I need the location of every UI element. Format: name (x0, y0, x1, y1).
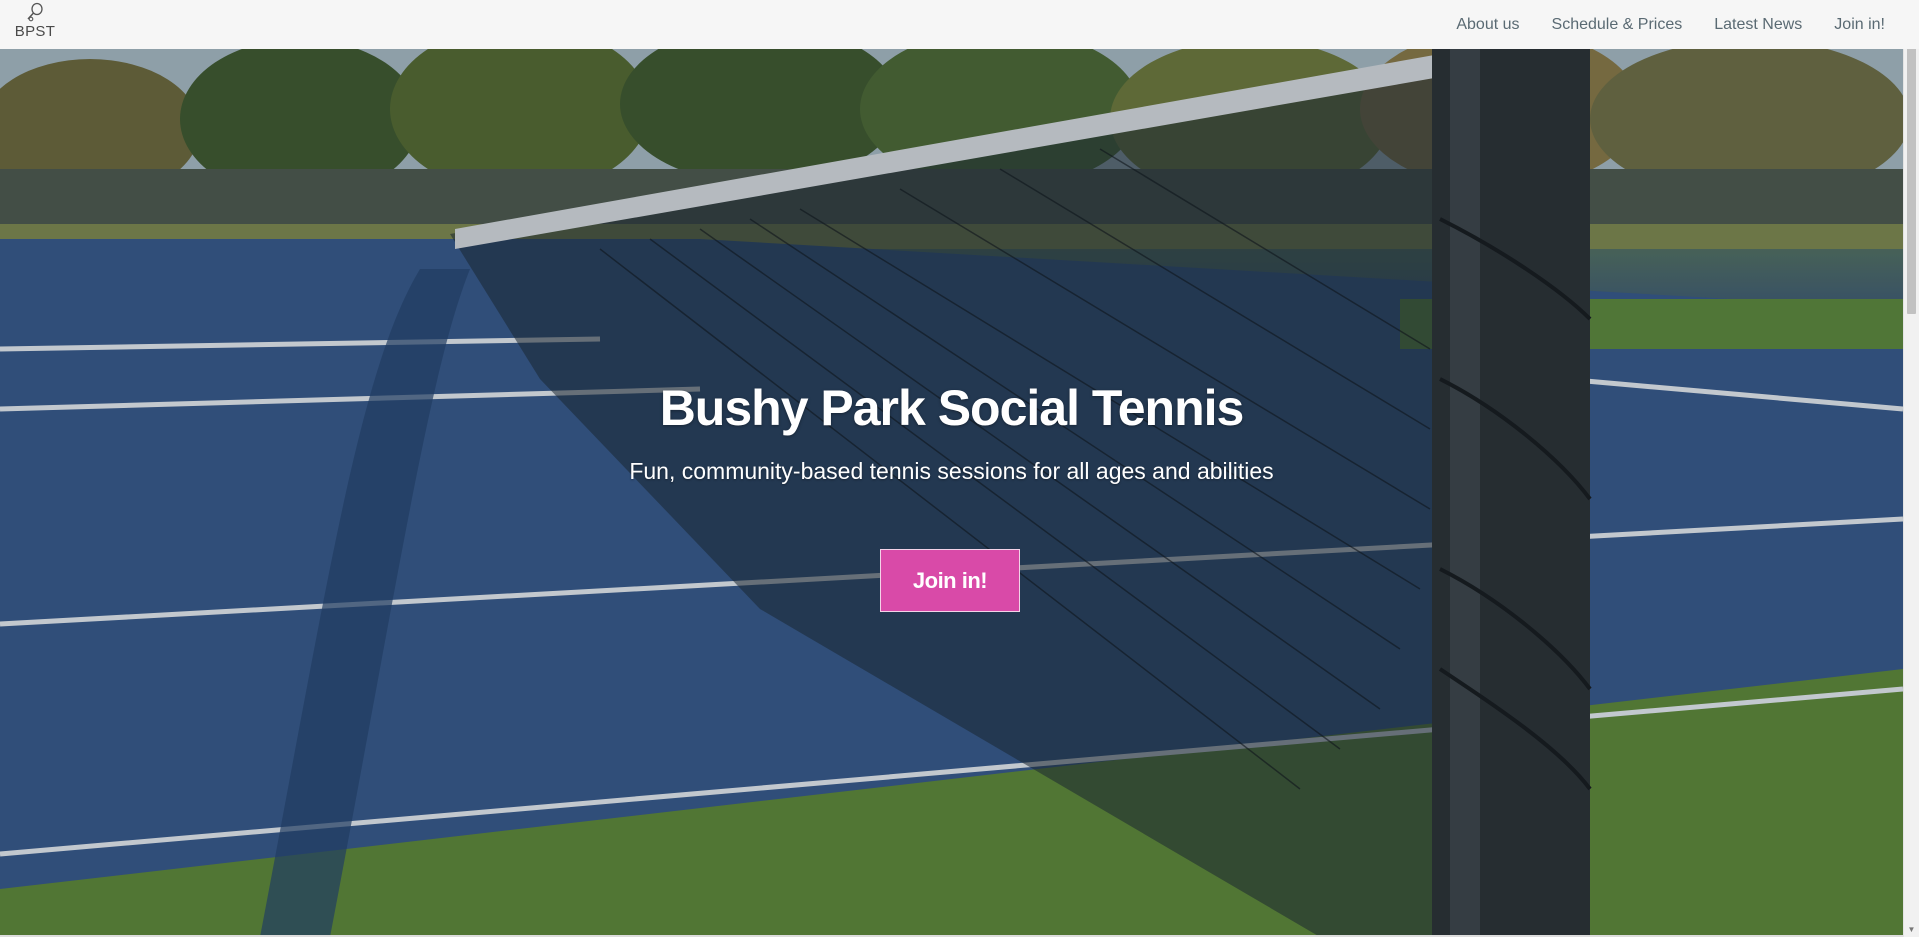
hero-overlay (0, 49, 1903, 937)
hero-title: Bushy Park Social Tennis (659, 380, 1245, 436)
join-in-button[interactable]: Join in! (880, 549, 1020, 612)
hero-section: Bushy Park Social Tennis Fun, community-… (0, 49, 1903, 937)
nav-link-about[interactable]: About us (1456, 16, 1519, 34)
page-scrollbar[interactable]: ▲ ▼ (1903, 0, 1919, 937)
scroll-down-arrow-icon[interactable]: ▼ (1904, 923, 1919, 937)
top-navbar: BPST About us Schedule & Prices Latest N… (0, 0, 1919, 49)
nav-link-schedule[interactable]: Schedule & Prices (1552, 16, 1683, 34)
nav-link-join[interactable]: Join in! (1834, 16, 1885, 34)
nav-links: About us Schedule & Prices Latest News J… (1424, 0, 1885, 49)
hero-subtitle: Fun, community-based tennis sessions for… (629, 458, 1274, 484)
nav-link-news[interactable]: Latest News (1714, 16, 1802, 34)
tennis-racket-icon (27, 2, 43, 22)
brand-text: BPST (14, 23, 56, 40)
brand-logo[interactable]: BPST (10, 2, 60, 47)
scroll-thumb[interactable] (1907, 14, 1916, 314)
